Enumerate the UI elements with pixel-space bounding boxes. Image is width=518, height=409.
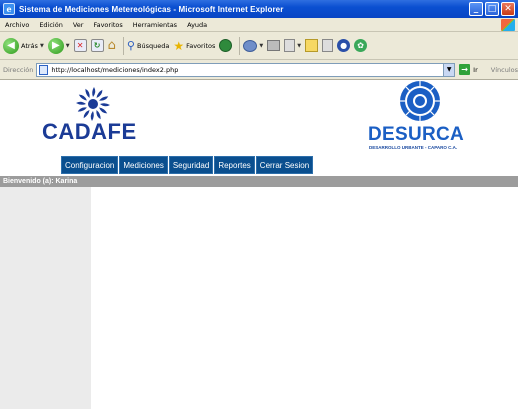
document-icon: [284, 39, 296, 52]
search-label: Búsqueda: [136, 41, 170, 50]
forward-dropdown-icon[interactable]: ▼: [66, 43, 70, 49]
mail-icon: [243, 39, 258, 52]
extra-button[interactable]: ✿: [354, 39, 368, 52]
back-dropdown-icon[interactable]: ▼: [40, 43, 44, 49]
maximize-button[interactable]: □: [485, 2, 499, 16]
favorites-label: Favoritos: [186, 41, 216, 50]
address-label: Dirección: [3, 65, 34, 74]
nav-mediciones[interactable]: Mediciones: [119, 156, 168, 174]
back-label: Atrás: [21, 41, 38, 50]
page-content: CADAFE DESURCA DESARROLLO URBANTE - CAPA…: [0, 80, 518, 409]
links-label[interactable]: Vínculos: [491, 66, 518, 74]
menu-edicion[interactable]: Edición: [34, 21, 68, 29]
go-button[interactable]: → Ir: [459, 64, 478, 75]
address-input[interactable]: http://localhost/mediciones/index2.php ▼: [36, 62, 456, 77]
favorites-button[interactable]: ★ Favoritos: [173, 39, 215, 53]
address-url[interactable]: http://localhost/mediciones/index2.php: [51, 66, 178, 74]
page-icon: [39, 64, 49, 75]
star-icon: ★: [173, 38, 185, 53]
close-button[interactable]: ✕: [501, 2, 515, 16]
desurca-logo-icon: [400, 81, 440, 121]
mail-dropdown-icon[interactable]: ▼: [259, 43, 263, 49]
research-button[interactable]: [322, 39, 334, 52]
back-button[interactable]: ◀ Atrás ▼: [3, 37, 44, 54]
go-label: Ir: [473, 65, 478, 74]
window-title: Sistema de Mediciones Metereológicas - M…: [19, 4, 284, 14]
menu-favoritos[interactable]: Favoritos: [88, 21, 127, 29]
stop-icon: ✕: [73, 39, 87, 52]
toolbar-divider: [239, 36, 241, 55]
minimize-button[interactable]: _: [469, 2, 483, 16]
messenger-button[interactable]: ●: [337, 39, 351, 52]
home-icon: ⌂: [107, 38, 116, 53]
go-arrow-icon: →: [459, 64, 471, 75]
windows-logo-icon: [501, 19, 515, 31]
menu-bar: Archivo Edición Ver Favoritos Herramient…: [0, 18, 518, 32]
left-sidebar: [0, 187, 91, 409]
toolbar: ◀ Atrás ▼ ▶ ▼ ✕ ↻ ⌂ ⚲ Búsqueda ★ Favorit…: [0, 32, 518, 60]
forward-button[interactable]: ▶ ▼: [47, 37, 70, 54]
toolbar-divider: [122, 36, 124, 55]
history-button[interactable]: [219, 39, 233, 52]
stop-button[interactable]: ✕: [73, 39, 87, 52]
desurca-logo-subtitle: DESARROLLO URBANTE - CAPARO C.A.: [369, 145, 458, 150]
discuss-button[interactable]: [305, 39, 319, 52]
nav-seguridad[interactable]: Seguridad: [168, 156, 214, 174]
note-icon: [305, 39, 319, 52]
address-dropdown-icon[interactable]: ▼: [443, 63, 455, 76]
messenger-icon: ●: [337, 39, 351, 52]
back-arrow-icon: ◀: [3, 37, 19, 54]
edit-dropdown-icon[interactable]: ▼: [297, 43, 301, 49]
home-button[interactable]: ⌂: [108, 38, 116, 53]
cadafe-logo-text: CADAFE: [42, 119, 137, 144]
window-titlebar: e Sistema de Mediciones Metereológicas -…: [0, 0, 518, 18]
welcome-bar: Bienvenido (a): Karina: [0, 176, 518, 187]
history-icon: [219, 39, 233, 52]
address-bar: Dirección http://localhost/mediciones/in…: [0, 60, 518, 80]
ie-icon: e: [3, 3, 15, 15]
window-controls: _ □ ✕: [469, 2, 515, 16]
print-icon: [267, 40, 281, 51]
search-icon: ⚲: [126, 39, 135, 52]
edit-button[interactable]: ▼: [284, 39, 301, 52]
search-button[interactable]: ⚲ Búsqueda: [127, 39, 169, 52]
print-button[interactable]: [267, 40, 281, 51]
menu-ver[interactable]: Ver: [68, 21, 89, 29]
cadafe-logo-icon: [76, 87, 110, 121]
menu-herramientas[interactable]: Herramientas: [128, 21, 182, 29]
forward-arrow-icon: ▶: [47, 37, 64, 54]
mail-button[interactable]: ▼: [243, 39, 263, 52]
research-icon: [322, 39, 334, 52]
main-nav: Configuracion Mediciones Seguridad Repor…: [61, 156, 314, 174]
desurca-logo-text: DESURCA: [368, 124, 465, 145]
menu-archivo[interactable]: Archivo: [0, 21, 34, 29]
menu-ayuda[interactable]: Ayuda: [182, 21, 212, 29]
nav-cerrar-sesion[interactable]: Cerrar Sesion: [255, 156, 314, 174]
refresh-icon: ↻: [90, 39, 104, 52]
nav-configuracion[interactable]: Configuracion: [61, 156, 119, 174]
buddy-icon: ✿: [354, 39, 368, 52]
nav-reportes[interactable]: Reportes: [214, 156, 255, 174]
refresh-button[interactable]: ↻: [90, 39, 104, 52]
